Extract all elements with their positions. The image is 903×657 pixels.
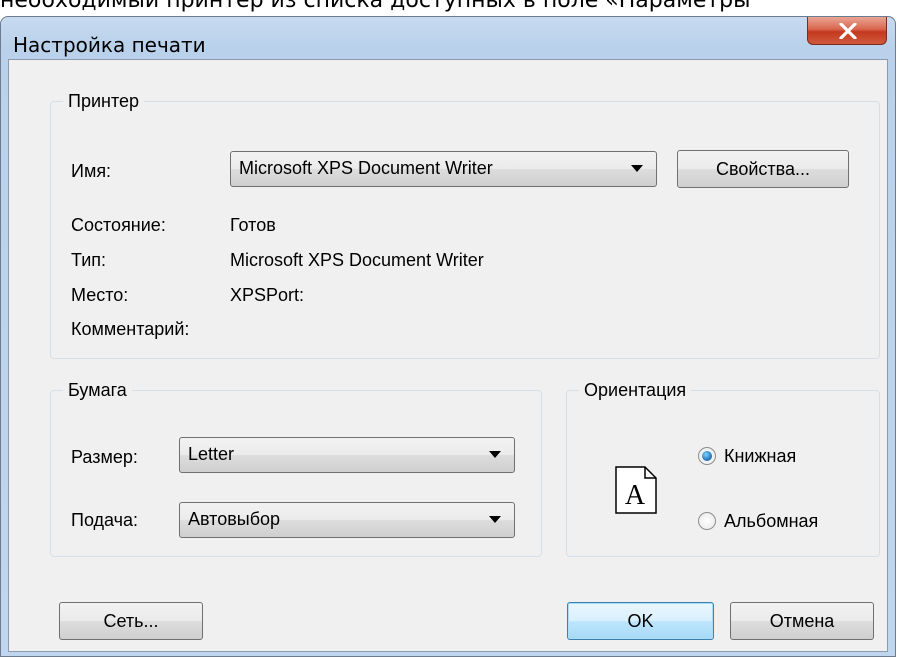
printer-group-legend: Принтер — [63, 89, 145, 113]
chevron-down-icon — [631, 165, 643, 172]
dialog-title: Настройка печати — [13, 33, 206, 57]
paper-size-value: Letter — [188, 444, 235, 464]
page-icon-letter: A — [625, 480, 646, 511]
orientation-group-legend: Ориентация — [579, 378, 692, 402]
close-button[interactable] — [807, 17, 887, 45]
orientation-group: Ориентация — [566, 378, 880, 557]
printer-name-dropdown[interactable]: Microsoft XPS Document Writer — [230, 151, 657, 187]
chevron-down-icon — [489, 516, 501, 523]
location-value: XPSPort: — [230, 285, 305, 305]
print-setup-dialog: Настройка печати Принтер Имя: Microsoft … — [0, 16, 896, 657]
comment-label: Комментарий: — [71, 319, 190, 339]
cancel-button[interactable]: Отмена — [730, 602, 874, 640]
chevron-down-icon — [489, 451, 501, 458]
close-icon — [839, 23, 857, 39]
paper-size-dropdown[interactable]: Letter — [179, 437, 515, 473]
printer-name-value: Microsoft XPS Document Writer — [239, 158, 493, 178]
properties-button[interactable]: Свойства... — [677, 150, 849, 188]
type-label: Тип: — [71, 250, 107, 270]
dialog-client-area: Принтер Имя: Microsoft XPS Document Writ… — [8, 59, 888, 652]
paper-source-value: Автовыбор — [188, 509, 281, 529]
network-button[interactable]: Сеть... — [59, 602, 203, 640]
landscape-label[interactable]: Альбомная — [724, 509, 818, 533]
portrait-radio[interactable] — [698, 447, 716, 465]
status-value: Готов — [230, 215, 276, 235]
landscape-radio[interactable] — [698, 512, 716, 530]
paper-source-dropdown[interactable]: Автовыбор — [179, 502, 515, 538]
type-value: Microsoft XPS Document Writer — [230, 250, 484, 270]
ok-button[interactable]: OK — [567, 602, 714, 640]
paper-size-label: Размер: — [71, 447, 138, 467]
printer-name-label: Имя: — [71, 161, 112, 181]
radio-selected-dot — [702, 451, 712, 461]
portrait-page-icon: A — [615, 466, 657, 514]
paper-source-label: Подача: — [71, 510, 139, 530]
paper-group-legend: Бумага — [63, 378, 132, 402]
portrait-label[interactable]: Книжная — [724, 444, 796, 468]
location-label: Место: — [71, 285, 129, 305]
status-label: Состояние: — [71, 215, 166, 235]
